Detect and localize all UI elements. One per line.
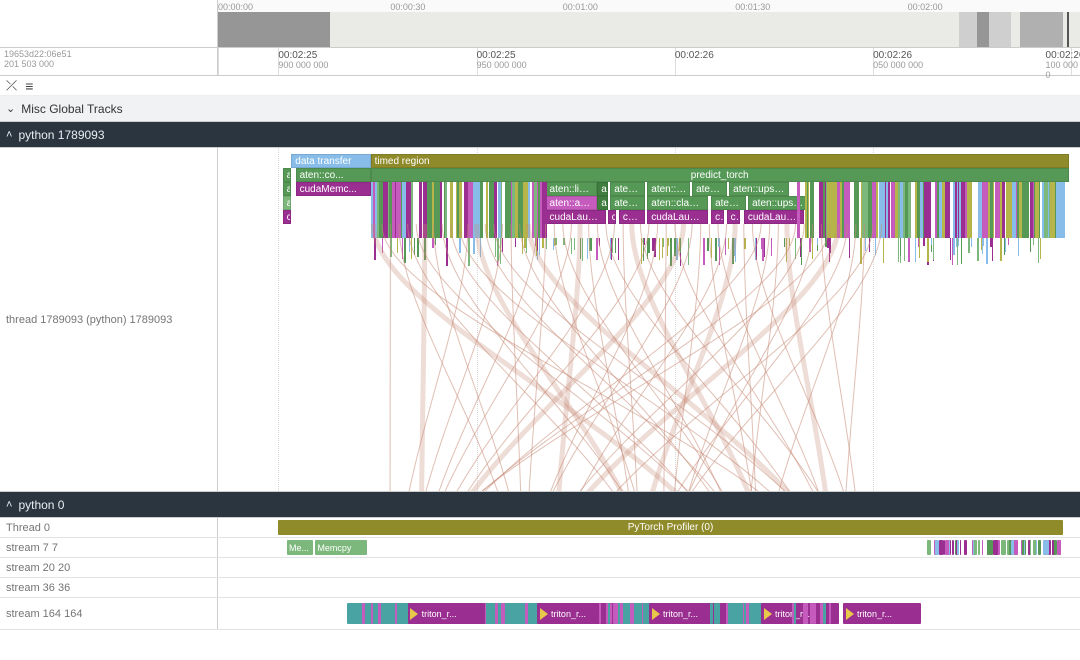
overview-block <box>218 12 330 47</box>
slice-at[interactable]: at... <box>283 168 292 182</box>
thread0-row[interactable]: Thread 0 PyTorch Profiler (0) <box>0 518 1080 538</box>
misc-global-label: Misc Global Tracks <box>21 102 122 116</box>
trace-sub: 201 503 000 <box>4 60 213 70</box>
overview-tick: 00:01:30 <box>735 2 770 12</box>
time-axis[interactable]: 19653d22:06e51 201 503 000 00:02:25900 0… <box>0 48 1080 76</box>
chevron-up-icon: ˄ <box>6 499 12 511</box>
stream20-row[interactable]: stream 20 20 <box>0 558 1080 578</box>
slice-memcpy[interactable]: Me... <box>287 540 313 555</box>
stream7-row[interactable]: stream 7 7 Me... Memcpy H... <box>0 538 1080 558</box>
profiler-root[interactable]: 00:00:00 00:00:30 00:01:00 00:01:30 00:0… <box>0 0 1080 660</box>
overview-block <box>977 12 990 47</box>
toolbar: ⤫ ≡ <box>0 76 1080 96</box>
collapse-all-icon[interactable]: ⤫ <box>6 77 17 94</box>
slice-aten-co[interactable]: aten::co... <box>296 168 371 182</box>
python0-label: python 0 <box>18 498 64 512</box>
python0-header[interactable]: ˄ python 0 <box>0 492 1080 518</box>
thread0-label: Thread 0 <box>0 518 218 537</box>
ruler-label: 00:02:25950 000 000 <box>477 50 527 71</box>
python-process-label: python 1789093 <box>18 128 104 142</box>
slice-memcpy[interactable]: Memcpy H... <box>315 540 367 555</box>
slice-triton[interactable]: triton_r... <box>761 603 839 624</box>
stream36-row[interactable]: stream 36 36 <box>0 578 1080 598</box>
menu-icon[interactable]: ≡ <box>25 78 33 94</box>
overview-tick: 00:00:30 <box>390 2 425 12</box>
stream20-label: stream 20 20 <box>0 558 218 577</box>
overview-tick: 00:02:00 <box>908 2 943 12</box>
slice-triton[interactable]: triton_r... <box>843 603 921 624</box>
stream36-label: stream 36 36 <box>0 578 218 597</box>
overview-gutter <box>0 0 218 47</box>
ruler-label: 00:02:25900 000 000 <box>278 50 328 71</box>
slice-pytorch-profiler[interactable]: PyTorch Profiler (0) <box>278 520 1062 535</box>
overview-bg <box>218 12 1080 47</box>
overview-cursor <box>1067 12 1069 47</box>
slice-predict-torch[interactable]: predict_torch <box>371 168 1069 182</box>
ruler-label: 00:02:26050 000 000 <box>873 50 923 71</box>
overview-block <box>1020 12 1063 47</box>
main-thread-track[interactable]: thread 1789093 (python) 1789093 data tra… <box>0 148 1080 492</box>
overview-minimap[interactable]: 00:00:00 00:00:30 00:01:00 00:01:30 00:0… <box>0 0 1080 48</box>
overview-tick: 00:01:00 <box>563 2 598 12</box>
slice-triton[interactable]: triton_r... <box>408 603 486 624</box>
flame-canvas[interactable]: data transfer timed region at... aten::c… <box>218 148 1080 491</box>
misc-global-header[interactable]: ⌄ Misc Global Tracks <box>0 96 1080 122</box>
stream164-row[interactable]: stream 164 164 triton_r...triton_r...tri… <box>0 598 1080 630</box>
stream164-label: stream 164 164 <box>0 598 218 629</box>
python-process-header[interactable]: ˄ python 1789093 <box>0 122 1080 148</box>
overview-tick: 00:00:00 <box>218 2 253 12</box>
slice-data-transfer[interactable]: data transfer <box>291 154 370 168</box>
chevron-up-icon: ˄ <box>6 129 12 141</box>
slice-timed-region[interactable]: timed region <box>371 154 1069 168</box>
stream7-label: stream 7 7 <box>0 538 218 557</box>
slice-triton[interactable]: triton_r... <box>537 603 615 624</box>
trace-id: 19653d22:06e51 201 503 000 <box>0 48 218 75</box>
ruler-label: 00:02:26 <box>675 50 714 61</box>
ruler-label: 00:02:26100 000 0 <box>1046 50 1080 81</box>
chevron-down-icon: ⌄ <box>6 102 15 115</box>
thread-label: thread 1789093 (python) 1789093 <box>0 148 218 491</box>
